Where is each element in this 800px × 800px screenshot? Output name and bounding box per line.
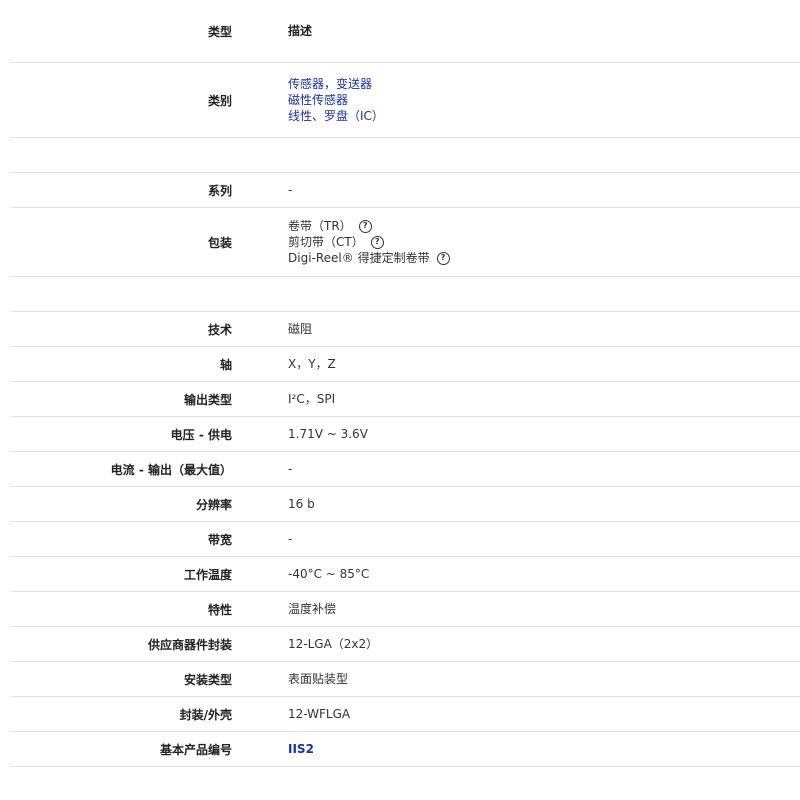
packaging-option-tape-reel: 卷带（TR） bbox=[288, 219, 352, 233]
packaging-option-digi-reel: Digi-Reel® 得捷定制卷带 bbox=[288, 251, 430, 265]
category-value: 传感器，变送器 磁性传感器 线性、罗盘（IC） bbox=[288, 76, 384, 124]
spec-row: 工作温度 -40°C ~ 85°C bbox=[10, 557, 800, 592]
spec-value: X，Y，Z bbox=[288, 357, 336, 371]
spec-label: 特性 bbox=[207, 602, 232, 617]
spec-value: 12-WFLGA bbox=[288, 707, 351, 721]
base-product-label: 基本产品编号 bbox=[159, 742, 232, 757]
spec-value: 表面贴装型 bbox=[288, 672, 349, 686]
spec-row: 电压 - 供电 1.71V ~ 3.6V bbox=[10, 417, 800, 452]
spec-label: 工作温度 bbox=[183, 567, 232, 582]
spec-label: 输出类型 bbox=[183, 392, 232, 407]
spec-label: 轴 bbox=[219, 357, 232, 372]
question-circle-icon[interactable]: ? bbox=[358, 219, 372, 233]
spec-row: 分辨率 16 b bbox=[10, 487, 800, 522]
base-product-value: IIS2 bbox=[288, 741, 314, 757]
series-value: - bbox=[288, 183, 293, 197]
series-label: 系列 bbox=[207, 183, 232, 198]
category-row: 类别 传感器，变送器 磁性传感器 线性、罗盘（IC） bbox=[10, 63, 800, 138]
category-label: 类别 bbox=[207, 93, 232, 108]
spec-label: 封装/外壳 bbox=[179, 707, 232, 722]
spec-value: 12-LGA（2x2） bbox=[288, 637, 379, 651]
spec-row: 轴 X，Y，Z bbox=[10, 347, 800, 382]
category-link-linear-compass[interactable]: 线性、罗盘（IC） bbox=[288, 108, 384, 124]
base-product-row: 基本产品编号 IIS2 bbox=[10, 732, 800, 767]
series-row: 系列 - bbox=[10, 173, 800, 208]
header-description-label: 描述 bbox=[288, 24, 313, 38]
table-header-row: 类型 描述 bbox=[10, 0, 800, 63]
spacer-row bbox=[10, 138, 800, 173]
product-attributes-table: 类型 描述 类别 传感器，变送器 磁性传感器 线性、罗盘（IC） 系列 - 包装… bbox=[10, 0, 800, 767]
spec-row: 特性 温度补偿 bbox=[10, 592, 800, 627]
question-circle-icon[interactable]: ? bbox=[436, 251, 450, 265]
header-type-label: 类型 bbox=[207, 24, 232, 39]
packaging-option-cut-tape: 剪切带（CT） bbox=[288, 235, 364, 249]
category-link-sensors[interactable]: 传感器，变送器 bbox=[288, 76, 372, 92]
spec-row: 技术 磁阻 bbox=[10, 312, 800, 347]
spec-value: 磁阻 bbox=[288, 322, 313, 336]
spec-label: 安装类型 bbox=[183, 672, 232, 687]
packaging-row: 包装 卷带（TR） ? 剪切带（CT） ? Digi-Reel® 得捷定制卷带 … bbox=[10, 208, 800, 277]
spec-row: 电流 - 输出（最大值） - bbox=[10, 452, 800, 487]
packaging-value: 卷带（TR） ? 剪切带（CT） ? Digi-Reel® 得捷定制卷带 ? bbox=[288, 218, 450, 266]
spec-value: 温度补偿 bbox=[288, 602, 337, 616]
spec-label: 分辨率 bbox=[195, 497, 232, 512]
packaging-label: 包装 bbox=[207, 235, 232, 250]
spec-label: 技术 bbox=[207, 322, 232, 337]
spec-label: 电压 - 供电 bbox=[170, 427, 232, 442]
spec-row: 供应商器件封装 12-LGA（2x2） bbox=[10, 627, 800, 662]
spec-value: - bbox=[288, 532, 293, 546]
spec-value: -40°C ~ 85°C bbox=[288, 567, 370, 581]
category-link-magnetic-sensors[interactable]: 磁性传感器 bbox=[288, 92, 348, 108]
spec-label: 电流 - 输出（最大值） bbox=[110, 462, 232, 477]
spec-value: - bbox=[288, 462, 293, 476]
spec-value: 16 b bbox=[288, 497, 315, 511]
spec-value: I²C，SPI bbox=[288, 392, 336, 406]
question-circle-icon[interactable]: ? bbox=[370, 235, 384, 249]
spec-row: 带宽 - bbox=[10, 522, 800, 557]
spec-label: 带宽 bbox=[207, 532, 232, 547]
spec-row: 输出类型 I²C，SPI bbox=[10, 382, 800, 417]
spec-label: 供应商器件封装 bbox=[147, 637, 232, 652]
spec-row: 安装类型 表面贴装型 bbox=[10, 662, 800, 697]
spec-value: 1.71V ~ 3.6V bbox=[288, 427, 368, 441]
spec-row: 封装/外壳 12-WFLGA bbox=[10, 697, 800, 732]
base-product-link[interactable]: IIS2 bbox=[288, 742, 314, 756]
spacer-row bbox=[10, 277, 800, 312]
